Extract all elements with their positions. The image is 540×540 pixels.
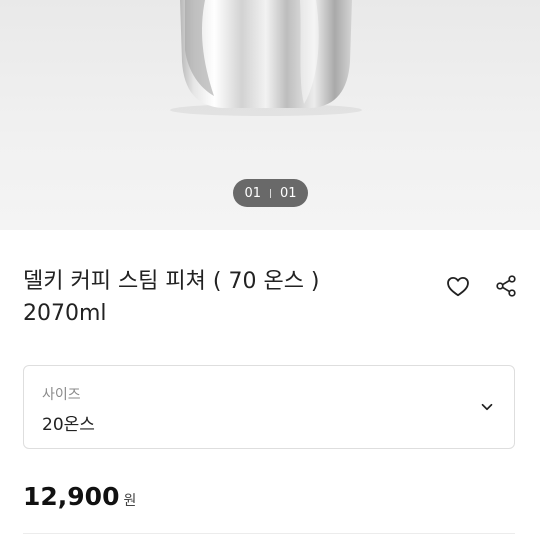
product-actions: [444, 272, 520, 300]
product-title-volume: 2070ml: [23, 301, 107, 326]
total-page-number: 01: [280, 185, 297, 201]
heart-icon: [447, 276, 469, 297]
size-option-value: 20온스: [42, 415, 95, 435]
chevron-down-icon: [481, 403, 493, 411]
product-image-gallery[interactable]: 01 01: [0, 0, 540, 230]
share-button[interactable]: [492, 272, 520, 300]
share-icon: [496, 275, 516, 297]
size-option-select[interactable]: 사이즈 20온스: [23, 365, 515, 449]
price-amount: 12,900: [23, 482, 120, 511]
image-page-indicator: 01 01: [233, 179, 308, 207]
product-title: 델키 커피 스팀 피쳐 ( 70 온스 ) 2070ml: [23, 266, 433, 330]
wishlist-button[interactable]: [444, 272, 472, 300]
product-title-line: 델키 커피 스팀 피쳐 ( 70 온스 ): [23, 269, 320, 294]
current-page-number: 01: [244, 185, 261, 201]
price-currency: 원: [123, 493, 137, 509]
page-separator: [270, 188, 271, 198]
section-divider: [23, 533, 515, 534]
product-price: 12,900 원: [23, 482, 136, 511]
size-option-label: 사이즈: [42, 387, 81, 403]
